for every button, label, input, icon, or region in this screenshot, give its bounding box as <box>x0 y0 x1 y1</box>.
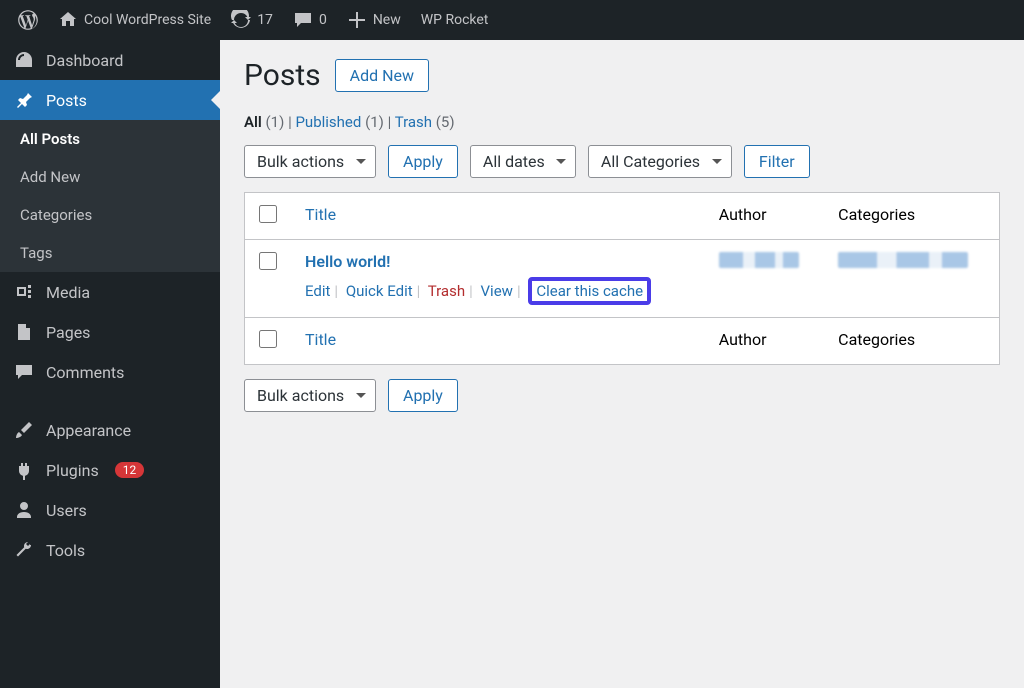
category-filter-select[interactable]: All Categories <box>588 145 732 178</box>
select-all-bottom[interactable] <box>259 330 277 348</box>
updates-link[interactable]: 17 <box>221 0 283 40</box>
menu-appearance-label: Appearance <box>46 421 131 440</box>
filter-button[interactable]: Filter <box>744 145 810 178</box>
menu-pages-label: Pages <box>46 323 90 342</box>
comment-icon <box>293 10 313 30</box>
date-filter-select[interactable]: All dates <box>470 145 576 178</box>
site-name: Cool WordPress Site <box>84 12 211 28</box>
add-new-button[interactable]: Add New <box>335 59 429 92</box>
table-row: Hello world! Edit| Quick Edit| Trash| Vi… <box>245 240 1000 318</box>
brush-icon <box>14 420 34 440</box>
posts-table: Title Author Categories Hello world! Edi… <box>244 192 1000 365</box>
plug-icon <box>14 460 34 480</box>
filter-published-count: (1) <box>365 113 384 131</box>
page-icon <box>14 322 34 342</box>
user-icon <box>14 500 34 520</box>
admin-bar: Cool WordPress Site 17 0 New WP Rocket <box>0 0 1024 40</box>
col-categories-header: Categories <box>824 193 999 240</box>
menu-users[interactable]: Users <box>0 490 220 530</box>
new-content-link[interactable]: New <box>337 0 411 40</box>
wp-rocket-link[interactable]: WP Rocket <box>411 0 499 40</box>
col-author-footer: Author <box>705 318 824 365</box>
filter-all[interactable]: All <box>244 113 262 131</box>
action-quick-edit[interactable]: Quick Edit <box>346 282 413 300</box>
plugins-badge: 12 <box>115 462 145 478</box>
row-actions: Edit| Quick Edit| Trash| View| Clear thi… <box>305 277 691 305</box>
menu-posts-label: Posts <box>46 91 87 110</box>
action-edit[interactable]: Edit <box>305 282 330 300</box>
comment-icon <box>14 362 34 382</box>
filter-trash[interactable]: Trash <box>395 113 432 131</box>
row-title-link[interactable]: Hello world! <box>305 252 390 271</box>
action-trash[interactable]: Trash <box>428 282 465 300</box>
submenu-categories[interactable]: Categories <box>0 196 220 234</box>
tablenav-top: Bulk actions Apply All dates All Categor… <box>244 145 1000 178</box>
pin-icon <box>14 90 34 110</box>
menu-pages[interactable]: Pages <box>0 312 220 352</box>
comments-count: 0 <box>319 12 327 28</box>
new-label: New <box>373 12 401 28</box>
col-title-header[interactable]: Title <box>305 205 336 224</box>
media-icon <box>14 282 34 302</box>
bulk-actions-select[interactable]: Bulk actions <box>244 145 376 178</box>
filter-published[interactable]: Published <box>295 113 361 131</box>
page-title: Posts <box>244 58 321 93</box>
menu-comments-label: Comments <box>46 363 124 382</box>
submenu-all-posts[interactable]: All Posts <box>0 120 220 158</box>
wrench-icon <box>14 540 34 560</box>
wp-logo[interactable] <box>8 0 48 40</box>
menu-plugins[interactable]: Plugins 12 <box>0 450 220 490</box>
bulk-actions-select-bottom[interactable]: Bulk actions <box>244 379 376 412</box>
apply-button-bottom[interactable]: Apply <box>388 379 458 412</box>
submenu-add-new[interactable]: Add New <box>0 158 220 196</box>
updates-count: 17 <box>257 12 273 28</box>
dashboard-icon <box>14 50 34 70</box>
tablenav-bottom: Bulk actions Apply <box>244 379 1000 412</box>
action-view[interactable]: View <box>481 282 513 300</box>
action-clear-cache[interactable]: Clear this cache <box>536 282 643 300</box>
wordpress-icon <box>18 10 38 30</box>
menu-dashboard-label: Dashboard <box>46 51 123 70</box>
row-checkbox[interactable] <box>259 252 277 270</box>
menu-plugins-label: Plugins <box>46 461 99 480</box>
site-name-link[interactable]: Cool WordPress Site <box>48 0 221 40</box>
col-author-header: Author <box>705 193 824 240</box>
posts-submenu: All Posts Add New Categories Tags <box>0 120 220 272</box>
comments-link[interactable]: 0 <box>283 0 337 40</box>
menu-tools[interactable]: Tools <box>0 530 220 570</box>
home-icon <box>58 10 78 30</box>
menu-users-label: Users <box>46 501 87 520</box>
menu-media-label: Media <box>46 283 90 302</box>
menu-appearance[interactable]: Appearance <box>0 410 220 450</box>
categories-redacted <box>838 252 968 268</box>
filter-all-count: (1) <box>266 113 285 131</box>
wp-rocket-label: WP Rocket <box>421 12 489 28</box>
apply-button-top[interactable]: Apply <box>388 145 458 178</box>
select-all-top[interactable] <box>259 205 277 223</box>
refresh-icon <box>231 10 251 30</box>
menu-comments[interactable]: Comments <box>0 352 220 392</box>
clear-cache-highlight: Clear this cache <box>528 277 651 305</box>
author-redacted <box>719 252 799 268</box>
menu-media[interactable]: Media <box>0 272 220 312</box>
admin-sidebar: Dashboard Posts All Posts Add New Catego… <box>0 40 220 688</box>
menu-dashboard[interactable]: Dashboard <box>0 40 220 80</box>
menu-posts[interactable]: Posts <box>0 80 220 120</box>
col-categories-footer: Categories <box>824 318 999 365</box>
plus-icon <box>347 10 367 30</box>
main-content: Posts Add New All (1) | Published (1) | … <box>220 40 1024 688</box>
menu-tools-label: Tools <box>46 541 85 560</box>
submenu-tags[interactable]: Tags <box>0 234 220 272</box>
status-filter-links: All (1) | Published (1) | Trash (5) <box>244 113 1000 131</box>
filter-trash-count: (5) <box>436 113 455 131</box>
col-title-footer[interactable]: Title <box>305 330 336 349</box>
page-header: Posts Add New <box>244 58 1000 93</box>
